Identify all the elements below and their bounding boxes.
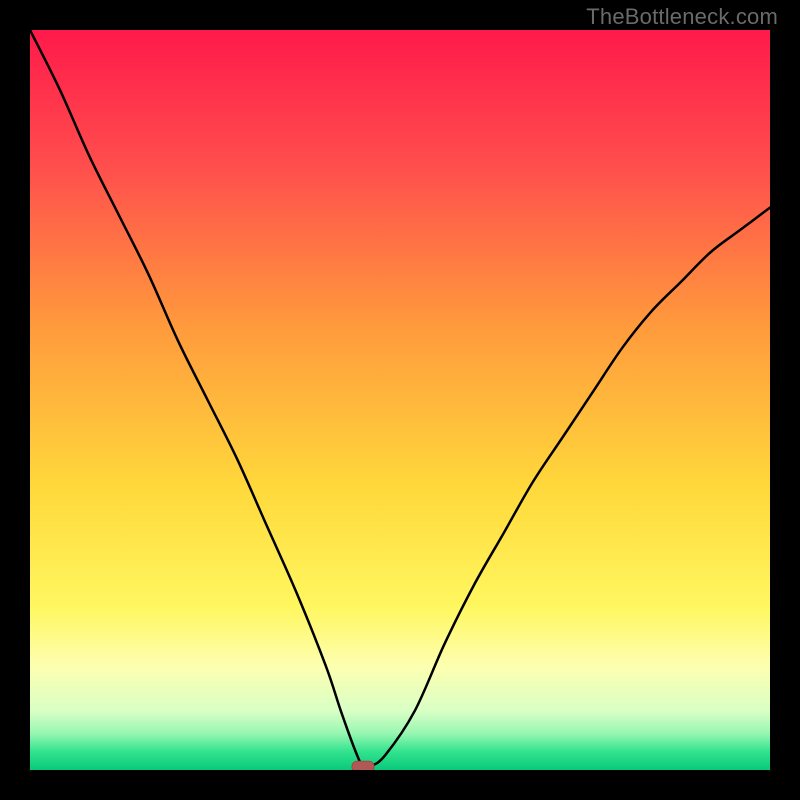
- gradient-rect: [30, 30, 770, 770]
- minimum-marker: [352, 761, 374, 770]
- watermark-text: TheBottleneck.com: [586, 4, 778, 30]
- chart-container: TheBottleneck.com: [0, 0, 800, 800]
- chart-svg: [30, 30, 770, 770]
- plot-area: [30, 30, 770, 770]
